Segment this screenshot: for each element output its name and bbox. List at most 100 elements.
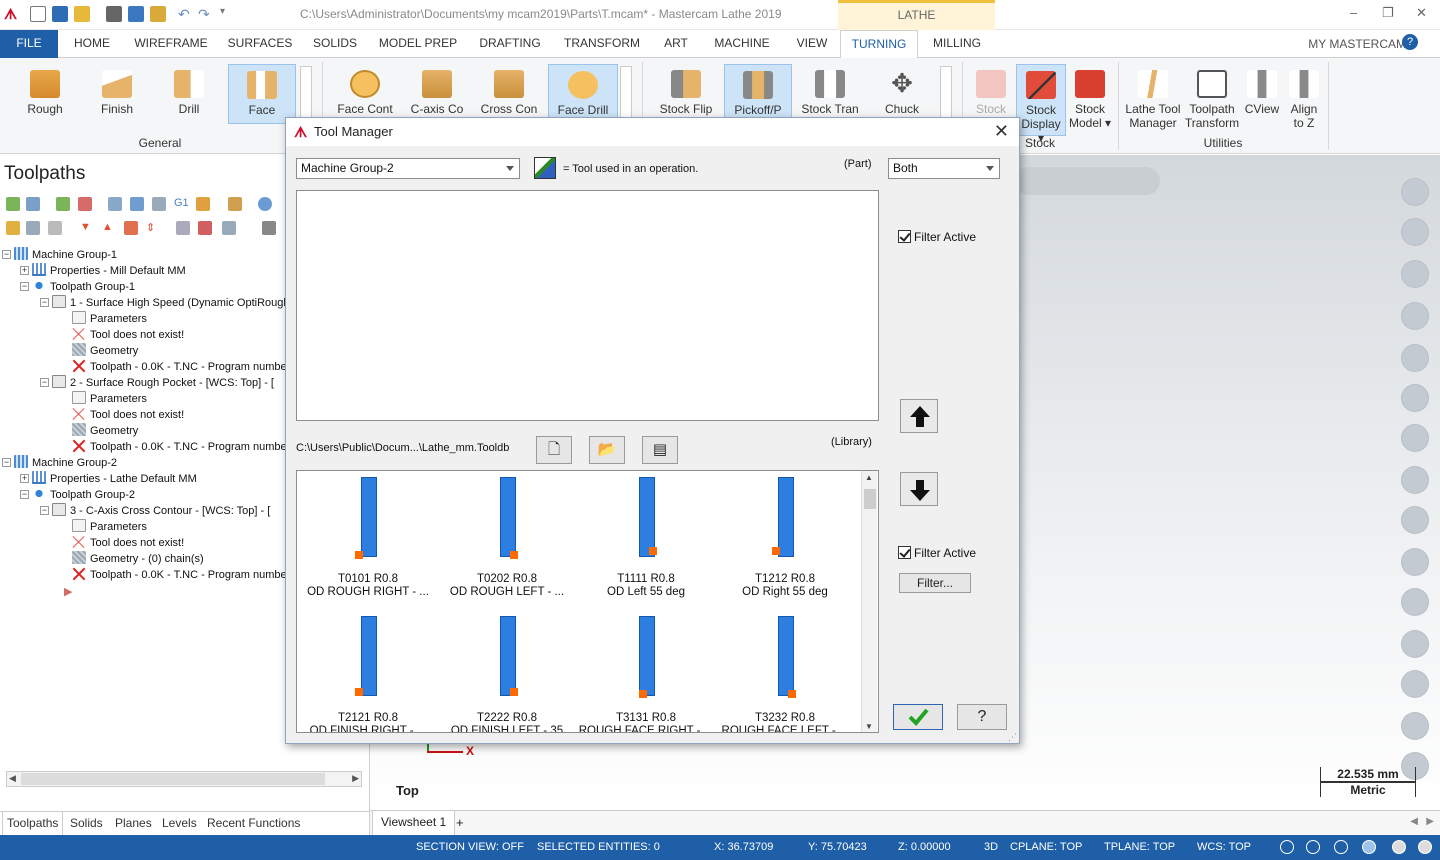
face-drill-button[interactable]: Face Drill <box>548 64 618 124</box>
viewsheet-tab[interactable]: Viewsheet 1 <box>372 811 456 835</box>
viewsheet-prev-icon[interactable]: ◀ <box>1410 816 1418 827</box>
face-contour-button[interactable]: Face Cont <box>330 64 400 124</box>
open-library-button[interactable]: 📂 <box>589 436 625 464</box>
tab-toolpaths[interactable]: Toolpaths <box>2 812 64 836</box>
stock-button[interactable]: Stock <box>966 64 1016 124</box>
tab-drafting[interactable]: DRAFTING <box>472 30 548 58</box>
show-only-icon[interactable] <box>198 221 212 235</box>
toolpath-filter-icon[interactable] <box>262 221 276 235</box>
cview-button[interactable]: CView <box>1240 64 1284 136</box>
shaded-display-icon[interactable] <box>1362 840 1376 854</box>
tab-milling[interactable]: MILLING <box>924 30 990 58</box>
new-library-button[interactable]: 🗋 <box>536 436 572 464</box>
stock-model-button[interactable]: Stock Model ▾ <box>1066 64 1114 136</box>
tree-item[interactable]: Properties - Mill Default MM <box>32 263 186 279</box>
tree-item[interactable]: Tool does not exist! <box>72 327 184 343</box>
tab-home[interactable]: HOME <box>64 30 120 58</box>
library-tool-item[interactable]: T0202 R0.8 OD ROUGH LEFT - ... <box>438 471 576 606</box>
print-icon[interactable] <box>106 6 122 22</box>
chuck-button[interactable]: ✥ Chuck <box>868 64 936 124</box>
tree-item[interactable]: Tool does not exist! <box>72 535 184 551</box>
tree-expander[interactable]: − <box>2 250 11 259</box>
high-feed-icon[interactable] <box>196 197 210 211</box>
drill-button[interactable]: Drill <box>156 64 222 124</box>
settings-icon[interactable] <box>1402 713 1428 739</box>
c-axis-contour-button[interactable]: C-axis Co <box>402 64 472 124</box>
scroll-thumb[interactable] <box>864 489 876 509</box>
toggle-posting-icon[interactable] <box>48 221 62 235</box>
cplane-status[interactable]: CPLANE: TOP <box>1010 841 1082 853</box>
library-vertical-scrollbar[interactable]: ▲ ▼ <box>861 471 877 732</box>
sphere-icon[interactable] <box>1402 345 1428 371</box>
globe-icon[interactable] <box>1306 840 1320 854</box>
dimension-icon[interactable] <box>1402 385 1428 411</box>
library-tool-item[interactable]: T1111 R0.8 OD Left 55 deg <box>577 471 715 606</box>
tree-item[interactable]: Toolpath Group-2 <box>32 487 135 503</box>
tree-expander[interactable]: − <box>40 378 49 387</box>
tab-planes[interactable]: Planes <box>115 816 152 830</box>
pickoff-button[interactable]: Pickoff/P <box>724 64 792 124</box>
verify-icon[interactable] <box>130 197 144 211</box>
tree-item[interactable]: Toolpath Group-1 <box>32 279 135 295</box>
measure-icon[interactable] <box>1402 425 1428 451</box>
tab-view[interactable]: VIEW <box>788 30 836 58</box>
regenerate-dirty-icon[interactable] <box>78 197 92 211</box>
stock-transfer-button[interactable]: Stock Tran <box>794 64 866 124</box>
open-folder-icon[interactable] <box>74 6 90 22</box>
scroll-to-icon[interactable] <box>176 221 190 235</box>
tab-turning[interactable]: TURNING <box>840 30 918 59</box>
tree-item[interactable]: 1 - Surface High Speed (Dynamic OptiRoug… <box>52 295 285 311</box>
tab-wireframe[interactable]: WIREFRAME <box>128 30 214 58</box>
scroll-up-icon[interactable]: ▲ <box>865 473 873 482</box>
mode-3d-toggle[interactable]: 3D <box>984 841 998 853</box>
tree-item[interactable]: Geometry <box>72 343 138 359</box>
regenerate-icon[interactable] <box>56 197 70 211</box>
scroll-down-icon[interactable]: ▼ <box>865 722 873 731</box>
library-view-button[interactable]: ▤ <box>642 436 678 464</box>
tab-solids[interactable]: Solids <box>70 816 103 830</box>
zoom-in-icon[interactable] <box>1402 179 1428 205</box>
tree-item[interactable]: Tool does not exist! <box>72 407 184 423</box>
finish-button[interactable]: Finish <box>82 64 152 124</box>
add-viewsheet-button[interactable]: + <box>456 815 464 830</box>
grid-icon[interactable] <box>1402 631 1428 657</box>
tree-expander[interactable]: − <box>20 490 29 499</box>
library-tool-item[interactable]: T2222 R0.8OD FINISH LEFT - 35 DEG <box>438 610 576 732</box>
section-view-status[interactable]: SECTION VIEW: OFF <box>416 841 524 853</box>
tab-surfaces[interactable]: SURFACES <box>222 30 298 58</box>
tplane-status[interactable]: TPLANE: TOP <box>1104 841 1175 853</box>
solid-icon[interactable] <box>1402 467 1428 493</box>
stock-display-button[interactable]: Stock Display ▾ <box>1016 64 1066 145</box>
lock-icon[interactable] <box>6 221 20 235</box>
tab-machine[interactable]: MACHINE <box>704 30 780 58</box>
cross-contour-button[interactable]: Cross Con <box>474 64 544 124</box>
dialog-close-button[interactable]: ✕ <box>994 121 1009 142</box>
tree-expander[interactable]: − <box>40 506 49 515</box>
undo-icon[interactable]: ↶ <box>178 6 194 22</box>
save-icon[interactable] <box>52 6 68 22</box>
tree-expander[interactable]: − <box>40 298 49 307</box>
help-icon[interactable] <box>258 197 272 211</box>
copy-to-part-button[interactable] <box>900 399 938 433</box>
copy-to-library-button[interactable] <box>900 472 938 506</box>
selection-toolbar[interactable] <box>1015 167 1160 195</box>
library-tool-item[interactable]: T1212 R0.8 OD Right 55 deg <box>716 471 854 606</box>
globe-icon[interactable] <box>1280 840 1294 854</box>
library-filter-active-checkbox[interactable]: Filter Active <box>898 546 976 560</box>
wcs-status[interactable]: WCS: TOP <box>1197 841 1251 853</box>
tab-levels[interactable]: Levels <box>162 816 197 830</box>
tree-item[interactable]: Machine Group-1 <box>14 247 117 263</box>
redo-icon[interactable]: ↷ <box>198 6 214 22</box>
general-gallery-scroll[interactable] <box>300 66 312 124</box>
filter-button[interactable]: Filter... <box>899 573 971 593</box>
library-tool-item[interactable]: T0101 R0.8 OD ROUGH RIGHT - ... <box>299 471 437 606</box>
tab-recent-functions[interactable]: Recent Functions <box>207 816 300 830</box>
group2-gallery-scroll[interactable] <box>620 66 632 124</box>
new-file-icon[interactable] <box>30 6 46 22</box>
close-window-button[interactable]: ✕ <box>1416 5 1427 21</box>
tab-art[interactable]: ART <box>656 30 696 58</box>
sheet-icon[interactable] <box>1402 549 1428 575</box>
merge-icon[interactable] <box>150 6 166 22</box>
tree-item[interactable]: 2 - Surface Rough Pocket - [WCS: Top] - … <box>52 375 274 391</box>
wireframe-display-icon[interactable] <box>1334 840 1348 854</box>
